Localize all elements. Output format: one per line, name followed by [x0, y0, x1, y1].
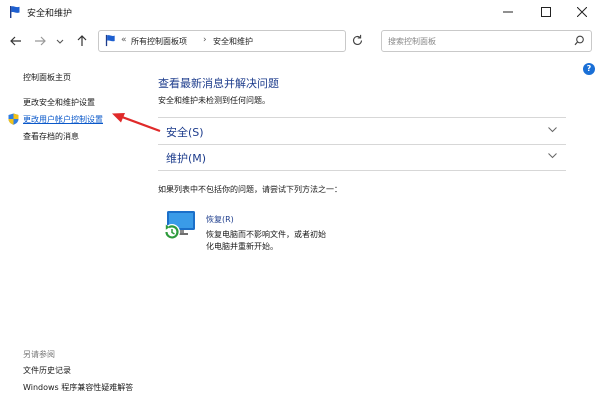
maximize-button[interactable] [528, 0, 564, 24]
search-box[interactable]: 搜索控制面板 [381, 30, 592, 52]
security-section-header[interactable]: 安全(S) [158, 119, 566, 143]
page-title: 查看最新消息并解决问题 [158, 77, 279, 90]
breadcrumb-overflow[interactable]: « [121, 35, 127, 45]
close-icon [577, 7, 587, 17]
title-bar: 安全和维护 [0, 0, 600, 24]
arrow-right-icon [35, 36, 46, 46]
help-button[interactable]: ? [583, 63, 595, 75]
divider [158, 170, 566, 171]
minimize-button[interactable] [490, 0, 526, 24]
alternatives-hint: 如果列表中不包括你的问题，请尝试下列方法之一： [158, 185, 342, 194]
see-also-file-history[interactable]: 文件历史记录 [23, 365, 71, 376]
breadcrumb-separator[interactable]: › [203, 35, 207, 45]
minimize-icon [503, 11, 513, 13]
red-arrow-annotation [112, 113, 161, 133]
status-message: 安全和维护未检测到任何问题。 [158, 96, 270, 105]
arrow-up-icon [77, 35, 87, 46]
see-also-heading: 另请参阅 [23, 350, 55, 359]
breadcrumb-security-maintenance[interactable]: 安全和维护 [213, 36, 253, 47]
sidebar-item-control-panel-home[interactable]: 控制面板主页 [23, 72, 71, 83]
sidebar-item-change-uac-settings[interactable]: 更改用户帐户控制设置 [23, 114, 103, 125]
back-button[interactable] [8, 33, 24, 49]
control-panel-window: 安全和维护 « 所有控制面板项 › 安全和维护 搜索控制面板 ? 控制面板主页 … [0, 0, 600, 406]
forward-button[interactable] [32, 33, 48, 49]
navigation-bar: « 所有控制面板项 › 安全和维护 搜索控制面板 [0, 24, 600, 58]
maximize-icon [541, 7, 551, 17]
breadcrumb-all-items[interactable]: 所有控制面板项 [131, 36, 187, 47]
recent-locations-button[interactable] [52, 33, 68, 49]
section-label-maintenance: 维护(M) [166, 152, 207, 165]
refresh-icon[interactable] [351, 34, 364, 47]
chevron-down-icon [548, 153, 557, 159]
sidebar-item-view-archived-messages[interactable]: 查看存档的消息 [23, 131, 79, 142]
up-button[interactable] [74, 33, 90, 49]
chevron-down-icon [548, 127, 557, 133]
arrow-left-icon [10, 36, 21, 46]
recovery-description-line: 化电脑并重新开始。 [206, 242, 278, 251]
recovery-description: 恢复电脑而不影响文件，或者初始 化电脑并重新开始。 [206, 229, 326, 253]
section-label-security: 安全(S) [166, 126, 204, 139]
window-title: 安全和维护 [27, 9, 73, 19]
flag-icon [10, 6, 20, 18]
see-also-compat-troubleshooter[interactable]: Windows 程序兼容性疑难解答 [23, 382, 133, 393]
uac-shield-icon [8, 113, 19, 125]
close-button[interactable] [564, 0, 600, 24]
address-bar[interactable]: « 所有控制面板项 › 安全和维护 [98, 30, 434, 52]
sidebar-item-change-security-settings[interactable]: 更改安全和维护设置 [23, 97, 95, 108]
search-placeholder: 搜索控制面板 [388, 37, 436, 46]
chevron-down-icon [56, 39, 64, 44]
recovery-link[interactable]: 恢复(R) [206, 214, 234, 225]
divider [158, 117, 566, 118]
flag-icon [105, 34, 115, 47]
maintenance-section-header[interactable]: 维护(M) [158, 145, 566, 169]
search-icon[interactable] [574, 35, 585, 46]
recovery-icon[interactable] [163, 210, 197, 242]
recovery-description-line: 恢复电脑而不影响文件，或者初始 [206, 230, 326, 239]
